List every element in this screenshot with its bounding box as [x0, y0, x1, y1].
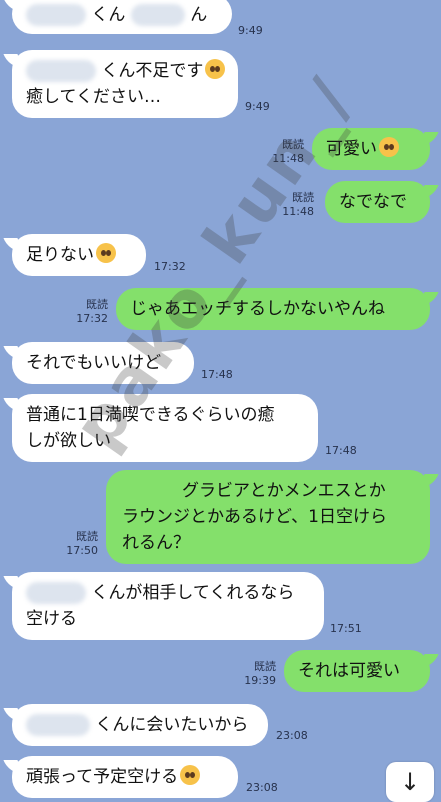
- blurred-name: [26, 582, 86, 604]
- message-time: 23:08: [276, 729, 308, 742]
- message-time: 23:08: [246, 781, 278, 794]
- message-text: グラビアとかメンエスとか: [182, 481, 386, 501]
- message-text: なでなで: [339, 192, 407, 212]
- incoming-message[interactable]: 足りない: [12, 234, 146, 276]
- pleading-face-icon: [180, 765, 201, 785]
- message-time: 17:32: [154, 260, 186, 273]
- pleading-face-icon: [205, 59, 226, 79]
- message-text: それは可愛い: [298, 661, 400, 681]
- blurred-name: [26, 714, 90, 736]
- message-time: 17:48: [325, 444, 357, 457]
- message-line: くん不足です: [26, 58, 226, 84]
- message-text: 癒してください…: [26, 87, 161, 107]
- message-text: しが欲しい: [26, 431, 111, 451]
- pleading-face-icon: [96, 243, 116, 263]
- message-text: じゃあエッチするしかないやんね: [130, 299, 385, 319]
- scroll-to-bottom-button[interactable]: ↓: [386, 762, 434, 802]
- blurred-name: [130, 4, 185, 26]
- outgoing-message[interactable]: グラビアとかメンエスとか ラウンジとかあるけど、1日空けら れるん？: [106, 470, 430, 564]
- outgoing-message[interactable]: それは可愛い: [284, 650, 430, 692]
- pleading-face-icon: [379, 137, 399, 157]
- message-line: くんが相手してくれるなら: [26, 580, 310, 606]
- incoming-message[interactable]: くん ん: [12, 0, 232, 34]
- outgoing-message[interactable]: 可愛い: [312, 128, 430, 170]
- message-text: くんが相手してくれるなら: [91, 583, 295, 603]
- message-text: くんに会いたいから: [95, 715, 249, 735]
- incoming-message[interactable]: 普通に1日満喫できるぐらいの癒 しが欲しい: [12, 394, 318, 462]
- message-text: それでもいいけど: [26, 353, 162, 373]
- message-line: グラビアとかメンエスとか: [122, 478, 416, 504]
- message-time: 17:48: [201, 368, 233, 381]
- message-text: 頑張って予定空ける: [26, 767, 179, 787]
- arrow-down-icon: ↓: [399, 768, 421, 796]
- read-receipt: 既読 17:32: [76, 298, 108, 325]
- incoming-message[interactable]: くん不足です 癒してください…: [12, 50, 238, 118]
- message-text: れるん？: [122, 533, 190, 553]
- read-receipt: 既読 11:48: [272, 138, 304, 165]
- message-text: ラウンジとかあるけど、1日空けら: [122, 507, 387, 527]
- incoming-message[interactable]: 頑張って予定空ける: [12, 756, 238, 798]
- message-time: 9:49: [245, 100, 270, 113]
- outgoing-message[interactable]: なでなで: [325, 181, 430, 223]
- message-text: 普通に1日満喫できるぐらいの癒: [26, 405, 275, 425]
- blurred-name: [26, 4, 86, 26]
- read-receipt: 既読 11:48: [282, 191, 314, 218]
- message-text: 空ける: [26, 609, 77, 629]
- incoming-message[interactable]: くんに会いたいから: [12, 704, 268, 746]
- message-text: 足りない: [26, 245, 94, 265]
- outgoing-message[interactable]: じゃあエッチするしかないやんね: [116, 288, 430, 330]
- message-text: くん: [91, 5, 126, 25]
- incoming-message[interactable]: それでもいいけど: [12, 342, 194, 384]
- message-text: ん: [190, 5, 208, 25]
- incoming-message[interactable]: くんが相手してくれるなら 空ける: [12, 572, 324, 640]
- message-text: くん不足です: [101, 61, 204, 81]
- message-time: 17:51: [330, 622, 362, 635]
- message-time: 9:49: [238, 24, 263, 37]
- read-receipt: 既読 17:50: [66, 530, 98, 557]
- read-receipt: 既読 19:39: [244, 660, 276, 687]
- message-text: 可愛い: [326, 139, 377, 159]
- blurred-name: [26, 60, 96, 82]
